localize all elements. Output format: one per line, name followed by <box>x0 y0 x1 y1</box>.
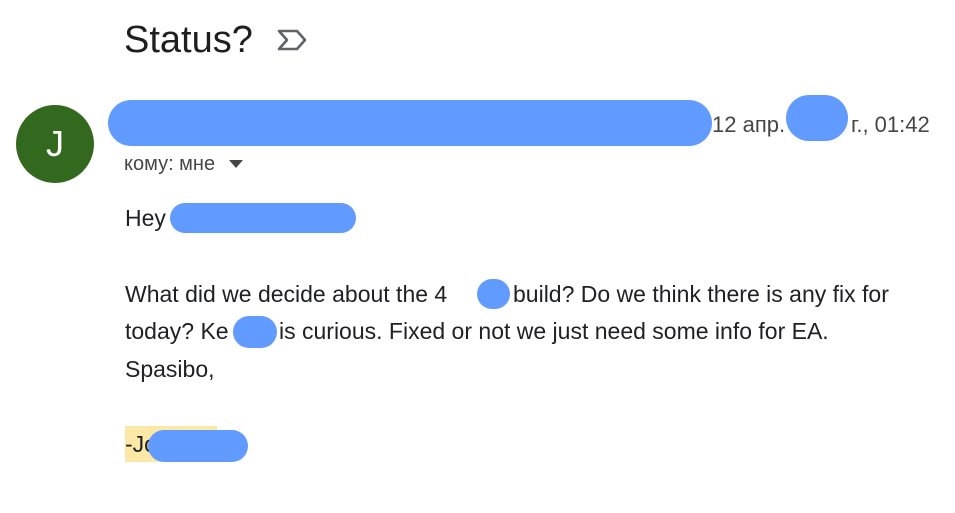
sender-name-redacted[interactable] <box>108 100 712 146</box>
recipient-label: кому: мне <box>124 153 216 175</box>
recipient-details[interactable]: кому: мне <box>124 150 244 178</box>
email-date-part2: г., 01:42 <box>851 112 930 137</box>
subject-row: Status? <box>124 14 309 66</box>
important-label-icon[interactable] <box>275 25 309 55</box>
sign-off: Spasibo, <box>125 356 215 382</box>
greeting-name-redacted <box>170 203 356 233</box>
signature-redacted <box>148 430 248 462</box>
email-date-part1: 12 апр. <box>712 112 786 137</box>
build-number-redacted <box>477 279 510 309</box>
body-line1-end: build? Do we think there is any fix for <box>513 281 889 307</box>
body-line2-start: today? Ke <box>125 318 229 344</box>
email-subject: Status? <box>124 19 253 61</box>
chevron-down-icon[interactable] <box>229 160 244 168</box>
body-line2-end: is curious. Fixed or not we just need so… <box>279 318 829 344</box>
greeting: Hey <box>125 205 166 231</box>
person-name-redacted <box>233 316 277 348</box>
sender-avatar[interactable]: J <box>16 105 94 183</box>
body-line1-start: What did we decide about the 4 <box>125 281 448 307</box>
date-year-redacted <box>786 95 848 141</box>
